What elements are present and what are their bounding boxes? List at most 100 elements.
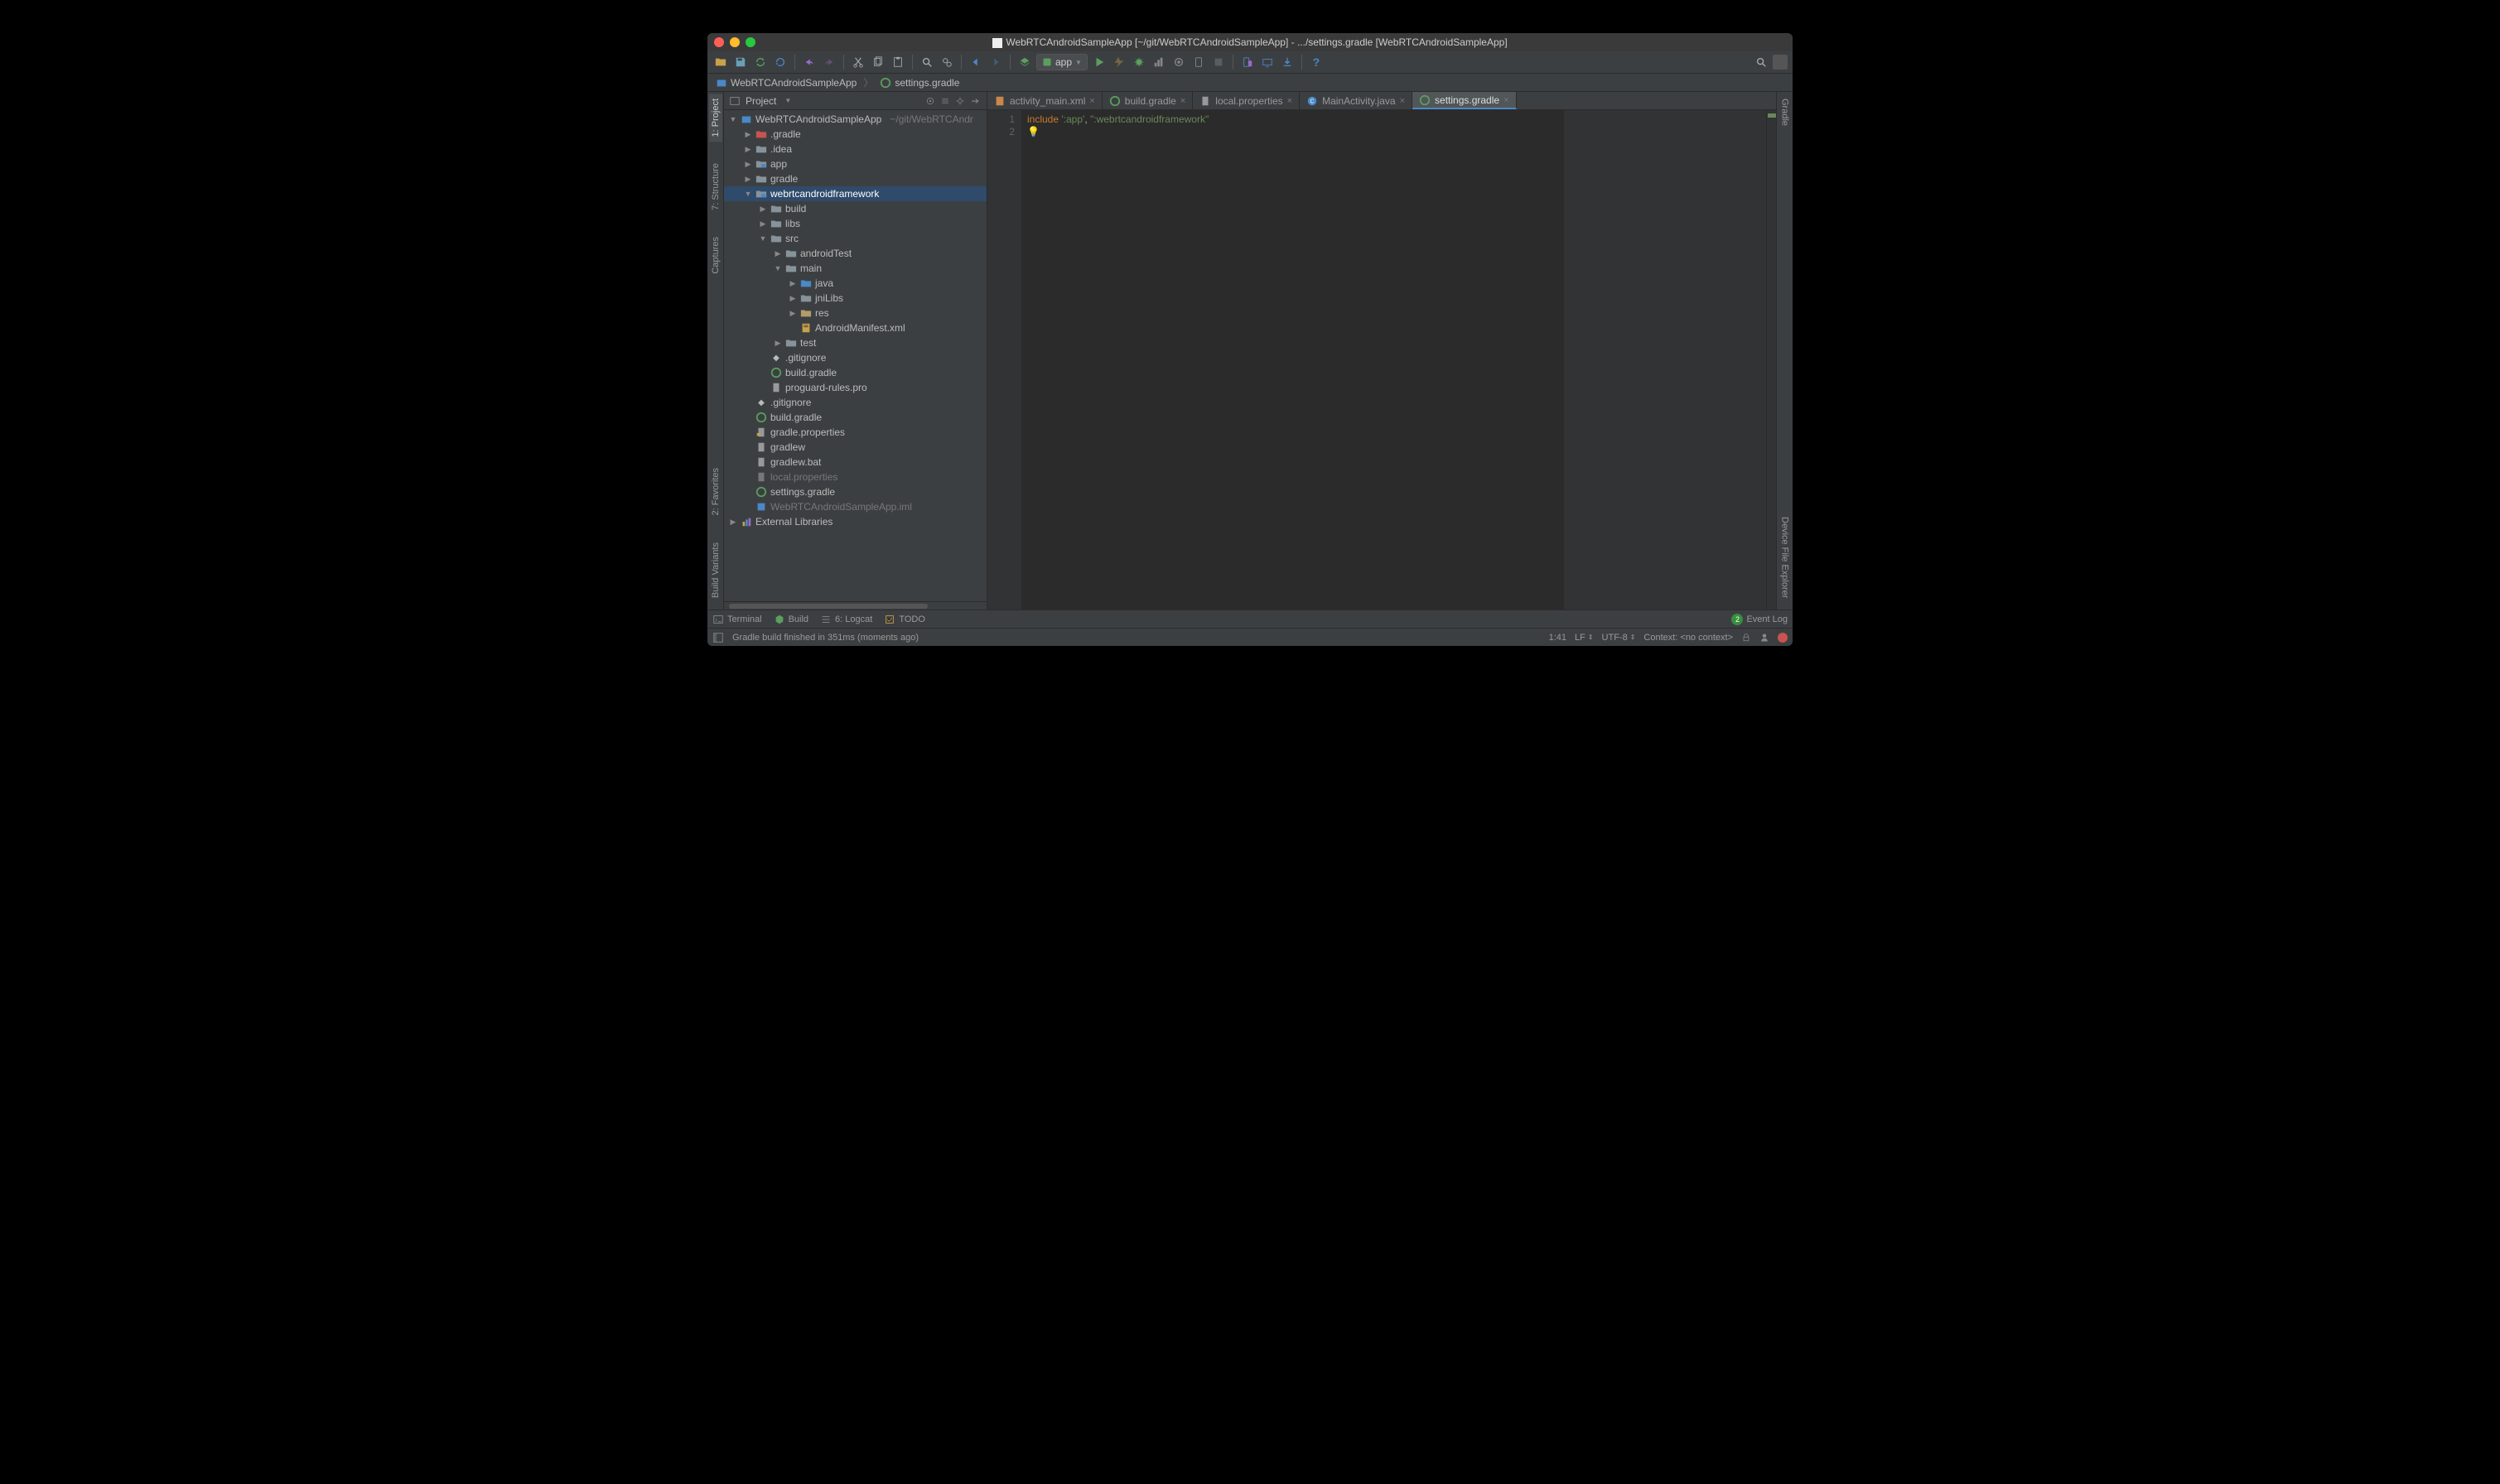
avd-manager-button[interactable] (1239, 54, 1256, 70)
paste-button[interactable] (890, 54, 906, 70)
panel-settings-button[interactable] (953, 93, 967, 109)
breadcrumb-file[interactable]: settings.gradle (876, 75, 963, 90)
profile-button[interactable] (1151, 54, 1167, 70)
close-tab-icon[interactable]: × (1400, 96, 1405, 106)
tree-idea[interactable]: ▶.idea (724, 142, 987, 157)
hide-panel-button[interactable] (968, 93, 982, 109)
sdk-manager-button[interactable] (1259, 54, 1276, 70)
rail-gradle[interactable]: Gradle (1778, 94, 1792, 131)
tree-gradle-folder[interactable]: ▶gradle (724, 171, 987, 186)
refresh-button[interactable] (772, 54, 789, 70)
save-button[interactable] (732, 54, 749, 70)
undo-button[interactable] (801, 54, 818, 70)
status-caret-pos[interactable]: 1:41 (1549, 633, 1566, 643)
status-context[interactable]: Context: <no context> (1643, 633, 1733, 643)
bottom-logcat[interactable]: 6: Logcat (820, 614, 872, 625)
intention-bulb-icon[interactable]: 💡 (1027, 126, 1040, 138)
tree-jnilibs[interactable]: ▶jniLibs (724, 291, 987, 306)
tree-external-libs[interactable]: ▶External Libraries (724, 514, 987, 529)
tree-res[interactable]: ▶res (724, 306, 987, 320)
tree-src[interactable]: ▼src (724, 231, 987, 246)
attach-process-button[interactable] (1190, 54, 1207, 70)
project-view-selector[interactable]: Project▼ (729, 95, 920, 107)
user-avatar[interactable] (1773, 55, 1788, 70)
scroll-from-source-button[interactable] (924, 93, 937, 109)
tree-app[interactable]: ▶app (724, 157, 987, 171)
tree-local-props[interactable]: local.properties (724, 470, 987, 484)
attach-debugger-button[interactable] (1170, 54, 1187, 70)
tree-root[interactable]: ▼WebRTCAndroidSampleApp~/git/WebRTCAndr (724, 112, 987, 127)
project-tree[interactable]: ▼WebRTCAndroidSampleApp~/git/WebRTCAndr … (724, 110, 987, 601)
cut-button[interactable] (850, 54, 866, 70)
run-button[interactable] (1091, 54, 1108, 70)
close-tab-icon[interactable]: × (1089, 96, 1094, 106)
rail-build-variants[interactable]: Build Variants (709, 537, 722, 603)
tree-main[interactable]: ▼main (724, 261, 987, 276)
status-tool-windows-button[interactable] (712, 632, 724, 643)
tree-libs[interactable]: ▶libs (724, 216, 987, 231)
tab-local-properties[interactable]: local.properties× (1193, 92, 1300, 109)
status-encoding[interactable]: UTF-8⇕ (1602, 633, 1636, 643)
tree-gradle-props[interactable]: gradle.properties (724, 425, 987, 440)
apply-changes-button[interactable] (1111, 54, 1127, 70)
tree-androidtest[interactable]: ▶androidTest (724, 246, 987, 261)
close-tab-icon[interactable]: × (1287, 96, 1292, 106)
tree-gradlew[interactable]: gradlew (724, 440, 987, 455)
analysis-ok-marker (1768, 113, 1776, 118)
replace-button[interactable] (939, 54, 955, 70)
redo-button[interactable] (821, 54, 837, 70)
collapse-all-button[interactable] (939, 93, 952, 109)
search-everywhere-button[interactable] (1753, 54, 1769, 70)
tree-proguard[interactable]: proguard-rules.pro (724, 380, 987, 395)
rail-favorites[interactable]: 2: Favorites (709, 463, 722, 520)
error-stripe[interactable] (1766, 110, 1776, 610)
tree-gradlew-bat[interactable]: gradlew.bat (724, 455, 987, 470)
tree-build-gradle-1[interactable]: build.gradle (724, 365, 987, 380)
copy-button[interactable] (870, 54, 886, 70)
tree-build-gradle-2[interactable]: build.gradle (724, 410, 987, 425)
tab-activity-main[interactable]: activity_main.xml× (987, 92, 1103, 109)
tree-build[interactable]: ▶build (724, 201, 987, 216)
tree-gitignore-2[interactable]: ◆.gitignore (724, 395, 987, 410)
tree-framework[interactable]: ▼webrtcandroidframework (724, 186, 987, 201)
stop-button[interactable] (1210, 54, 1227, 70)
tree-manifest[interactable]: AndroidManifest.xml (724, 320, 987, 335)
open-button[interactable] (712, 54, 729, 70)
breadcrumb-root[interactable]: WebRTCAndroidSampleApp (712, 75, 860, 90)
back-button[interactable] (968, 54, 984, 70)
rail-structure[interactable]: 7: Structure (709, 158, 722, 215)
tab-settings-gradle[interactable]: settings.gradle× (1412, 92, 1516, 109)
tab-build-gradle[interactable]: build.gradle× (1103, 92, 1193, 109)
bottom-event-log[interactable]: 2Event Log (1731, 614, 1788, 625)
debug-button[interactable] (1131, 54, 1147, 70)
editor-code[interactable]: include ':app', ":webrtcandroidframework… (1022, 110, 1563, 610)
tree-java[interactable]: ▶java (724, 276, 987, 291)
tree-gitignore-1[interactable]: ◆.gitignore (724, 350, 987, 365)
close-tab-icon[interactable]: × (1503, 95, 1508, 105)
bottom-todo[interactable]: TODO (884, 614, 925, 625)
rail-captures[interactable]: Captures (709, 232, 722, 279)
tab-main-activity[interactable]: CMainActivity.java× (1300, 92, 1412, 109)
tree-gradle-cache[interactable]: ▶.gradle (724, 127, 987, 142)
status-lock-icon[interactable] (1741, 633, 1751, 643)
rail-device-explorer[interactable]: Device File Explorer (1778, 512, 1792, 603)
status-line-separator[interactable]: LF⇕ (1575, 633, 1594, 643)
status-error-icon[interactable] (1778, 633, 1788, 643)
bottom-build[interactable]: Build (774, 614, 808, 625)
sync-button[interactable] (752, 54, 769, 70)
tree-iml[interactable]: WebRTCAndroidSampleApp.iml (724, 499, 987, 514)
rail-project[interactable]: 1: Project (709, 94, 722, 142)
find-button[interactable] (919, 54, 935, 70)
make-button[interactable] (1016, 54, 1033, 70)
download-button[interactable] (1279, 54, 1296, 70)
help-button[interactable]: ? (1308, 54, 1325, 70)
tree-hscrollbar[interactable] (724, 601, 987, 610)
run-config-selector[interactable]: app ▼ (1036, 54, 1088, 70)
close-tab-icon[interactable]: × (1180, 96, 1185, 106)
status-hector-icon[interactable] (1759, 633, 1769, 643)
bottom-terminal[interactable]: Terminal (712, 614, 762, 625)
forward-button[interactable] (987, 54, 1004, 70)
editor-gutter[interactable]: 1 2 (987, 110, 1022, 610)
tree-test[interactable]: ▶test (724, 335, 987, 350)
tree-settings-gradle[interactable]: settings.gradle (724, 484, 987, 499)
